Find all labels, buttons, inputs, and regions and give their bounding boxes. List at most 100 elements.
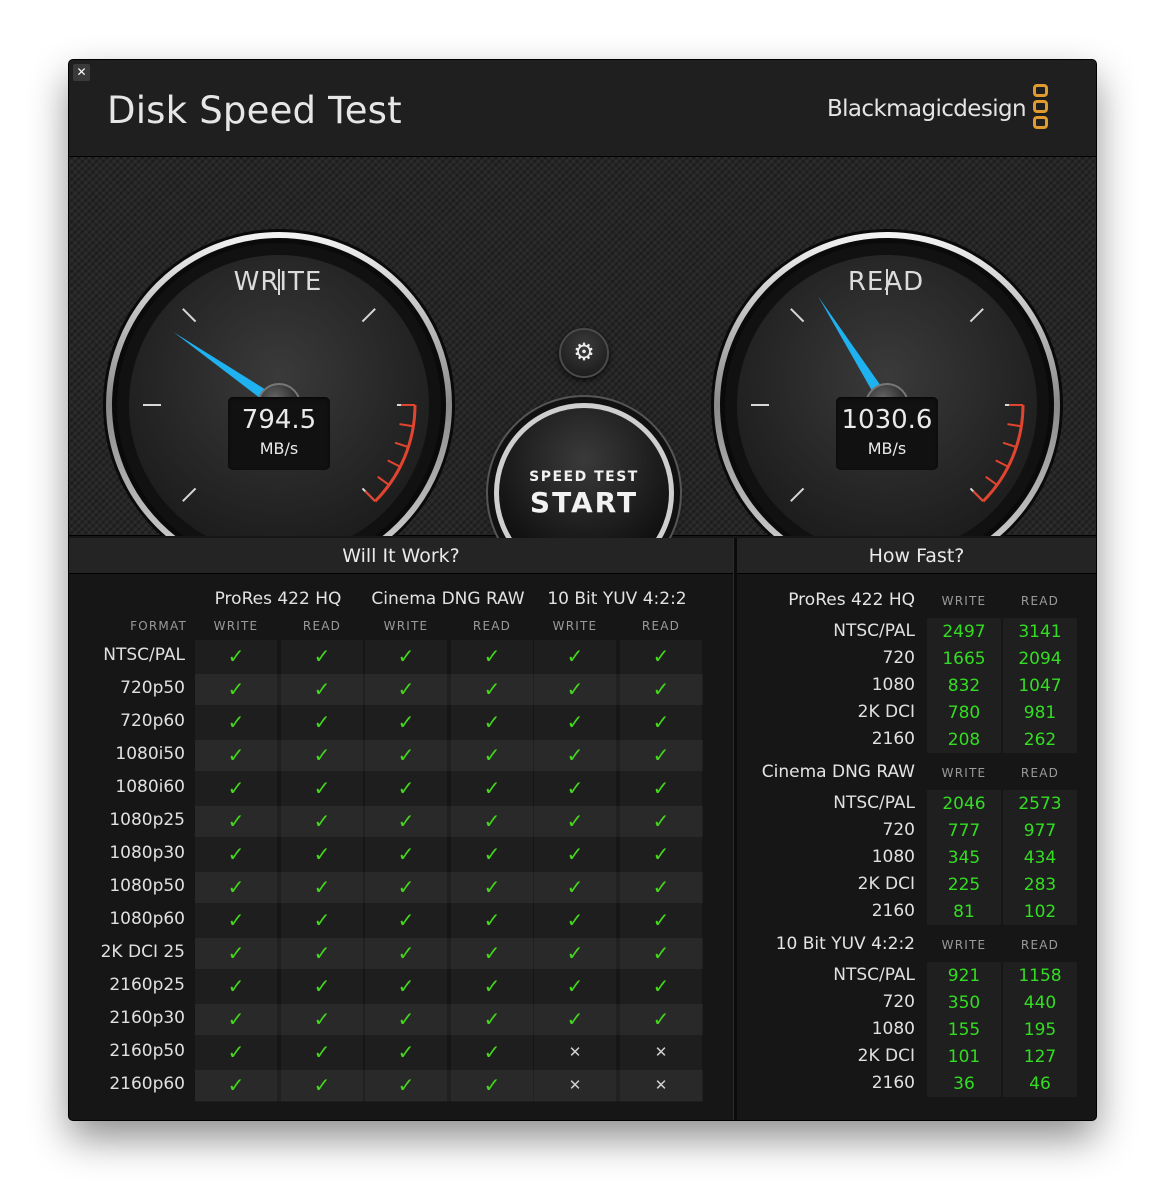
write-speed-unit: MB/s xyxy=(259,439,299,458)
will-it-work-table: FORMAT ProRes 422 HQ WRITE READ Cinema DNG … xyxy=(69,574,733,1120)
read-column-header: READ xyxy=(1020,938,1060,952)
write-gauge-label: WRITE xyxy=(233,267,323,297)
write-speed-cell: 777 xyxy=(947,821,981,841)
read-speed-cell: 195 xyxy=(1023,1020,1057,1040)
check-icon: ✓ xyxy=(566,776,584,800)
check-icon: ✓ xyxy=(397,644,415,668)
gear-icon: ⚙ xyxy=(573,338,595,366)
title-bar: Disk Speed Test Blackmagicdesign xyxy=(69,60,1096,157)
check-icon: ✓ xyxy=(313,1007,331,1031)
check-icon: ✓ xyxy=(313,974,331,998)
write-readout: 794.5 MB/s xyxy=(228,397,330,470)
check-icon: ✓ xyxy=(652,974,670,998)
check-icon: ✓ xyxy=(566,743,584,767)
format-row-label: 2K DCI 25 xyxy=(100,942,185,962)
format-column-title: ProRes 422 HQ xyxy=(214,589,342,609)
check-icon: ✓ xyxy=(483,941,501,965)
check-icon: ✓ xyxy=(227,974,245,998)
check-icon: ✓ xyxy=(652,941,670,965)
format-column-title: Cinema DNG RAW xyxy=(371,589,525,609)
check-icon: ✓ xyxy=(566,1007,584,1031)
check-icon: ✓ xyxy=(483,875,501,899)
write-speed-cell: 832 xyxy=(947,676,981,696)
check-icon: ✓ xyxy=(483,1073,501,1097)
format-column-header: FORMAT xyxy=(130,619,187,633)
how-fast-group-title: 10 Bit YUV 4:2:2 xyxy=(775,934,915,954)
check-icon: ✓ xyxy=(483,677,501,701)
read-speed-unit: MB/s xyxy=(867,439,907,458)
sub-column-header: WRITE xyxy=(383,619,429,633)
format-row-label: 1080p50 xyxy=(109,876,185,896)
check-icon: ✓ xyxy=(313,644,331,668)
how-fast-format-label: 2160 xyxy=(871,729,915,749)
check-icon: ✓ xyxy=(566,974,584,998)
check-icon: ✓ xyxy=(483,1040,501,1064)
check-icon: ✓ xyxy=(397,974,415,998)
close-icon[interactable]: ✕ xyxy=(73,64,90,81)
check-icon: ✓ xyxy=(566,842,584,866)
sub-column-header: READ xyxy=(472,619,512,633)
check-icon: ✓ xyxy=(313,1073,331,1097)
check-icon: ✓ xyxy=(652,776,670,800)
write-speed-cell: 101 xyxy=(947,1047,981,1067)
check-icon: ✓ xyxy=(652,677,670,701)
check-icon: ✓ xyxy=(397,710,415,734)
check-icon: ✓ xyxy=(483,1007,501,1031)
check-icon: ✓ xyxy=(397,1073,415,1097)
check-icon: ✓ xyxy=(227,1040,245,1064)
check-icon: ✓ xyxy=(313,710,331,734)
write-speed-cell: 81 xyxy=(953,902,975,922)
how-fast-format-label: NTSC/PAL xyxy=(833,965,915,985)
check-icon: ✓ xyxy=(566,809,584,833)
cross-icon: ✕ xyxy=(568,1076,582,1094)
how-fast-format-label: 2160 xyxy=(871,901,915,921)
sub-column-header: WRITE xyxy=(552,619,598,633)
write-speed-cell: 225 xyxy=(947,875,981,895)
write-speed-cell: 155 xyxy=(947,1020,981,1040)
format-row-label: 720p60 xyxy=(120,711,185,731)
check-icon: ✓ xyxy=(652,710,670,734)
check-icon: ✓ xyxy=(227,776,245,800)
check-icon: ✓ xyxy=(397,809,415,833)
brand-name: Blackmagicdesign xyxy=(826,96,1027,122)
check-icon: ✓ xyxy=(483,644,501,668)
check-icon: ✓ xyxy=(313,1040,331,1064)
how-fast-format-label: 2160 xyxy=(871,1073,915,1093)
check-icon: ✓ xyxy=(313,842,331,866)
check-icon: ✓ xyxy=(483,776,501,800)
format-column-title: 10 Bit YUV 4:2:2 xyxy=(547,589,687,609)
write-speed-cell: 2497 xyxy=(942,622,986,642)
read-speed-cell: 440 xyxy=(1023,993,1057,1013)
write-speed-cell: 208 xyxy=(947,730,981,750)
how-fast-format-label: 720 xyxy=(882,992,915,1012)
write-speed-cell: 345 xyxy=(947,848,981,868)
write-column-header: WRITE xyxy=(941,766,987,780)
check-icon: ✓ xyxy=(397,1007,415,1031)
write-speed-cell: 780 xyxy=(947,703,981,723)
format-row-label: 2160p25 xyxy=(109,975,185,995)
how-fast-format-label: 2K DCI xyxy=(857,874,915,894)
check-icon: ✓ xyxy=(227,1007,245,1031)
check-icon: ✓ xyxy=(227,710,245,734)
write-speed-cell: 1665 xyxy=(942,649,986,669)
cross-icon: ✕ xyxy=(568,1043,582,1061)
settings-button[interactable]: ⚙ xyxy=(559,328,609,378)
check-icon: ✓ xyxy=(397,875,415,899)
cross-icon: ✕ xyxy=(654,1076,668,1094)
how-fast-group-title: ProRes 422 HQ xyxy=(788,590,915,610)
check-icon: ✓ xyxy=(397,908,415,932)
read-speed-value: 1030.6 xyxy=(841,405,933,435)
check-icon: ✓ xyxy=(566,908,584,932)
check-icon: ✓ xyxy=(397,941,415,965)
check-icon: ✓ xyxy=(566,644,584,668)
read-column-header: READ xyxy=(1020,594,1060,608)
check-icon: ✓ xyxy=(652,1007,670,1031)
format-row-label: 720p50 xyxy=(120,678,185,698)
read-speed-cell: 127 xyxy=(1023,1047,1057,1067)
how-fast-header: How Fast? xyxy=(737,538,1096,574)
format-row-label: 2160p30 xyxy=(109,1008,185,1028)
format-row-label: 1080p25 xyxy=(109,810,185,830)
check-icon: ✓ xyxy=(566,941,584,965)
read-speed-cell: 2094 xyxy=(1018,649,1062,669)
write-column-header: WRITE xyxy=(941,938,987,952)
